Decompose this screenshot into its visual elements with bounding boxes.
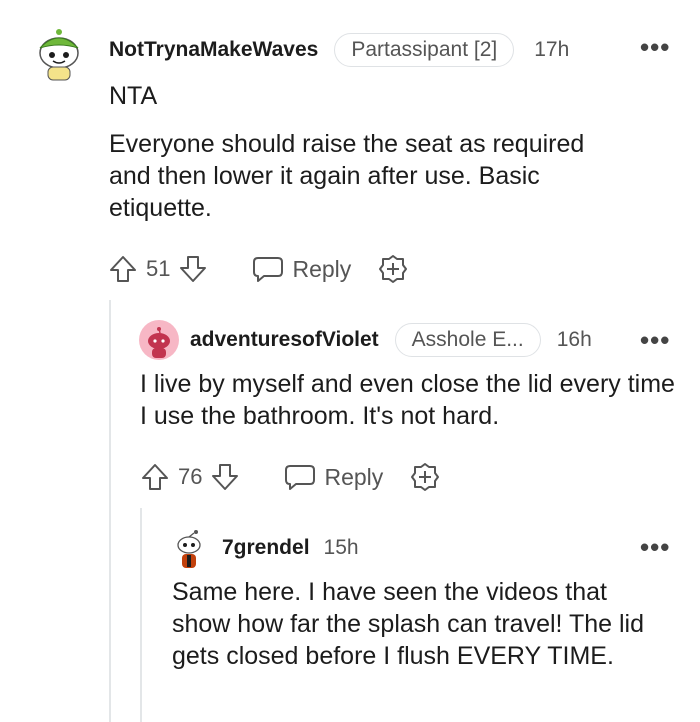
more-options-icon[interactable]: ••• (640, 327, 670, 353)
avatar[interactable] (139, 320, 179, 360)
comment-actions: 76 Reply (140, 461, 441, 493)
comment-body: Same here. I have seen the videos that s… (172, 576, 672, 672)
upvote-arrow-icon[interactable] (140, 462, 170, 492)
comment-1: NotTrynaMakeWaves Partassipant [2] 17h N… (109, 30, 669, 224)
snoo-avatar-icon (148, 327, 170, 358)
comment-paragraph: NTA (109, 82, 158, 110)
comment-header: 7grendel 15h (222, 528, 642, 568)
vote-count: 76 (178, 464, 203, 489)
username[interactable]: NotTrynaMakeWaves (109, 38, 318, 62)
speech-bubble-icon (253, 257, 284, 282)
snoo-avatar-icon (177, 530, 201, 568)
reply-button[interactable]: Reply (252, 254, 351, 284)
reply-label: Reply (292, 255, 352, 282)
award-plus-icon[interactable] (377, 253, 409, 285)
timestamp: 16h (556, 328, 592, 351)
reply-button[interactable]: Reply (284, 462, 383, 492)
comment-3: 7grendel 15h (222, 528, 642, 568)
username[interactable]: adventuresofViolet (190, 328, 379, 352)
comment-paragraph: Same here. I have seen the videos that s… (172, 578, 645, 670)
avatar[interactable] (171, 528, 207, 570)
speech-bubble-icon (285, 465, 316, 490)
comment-header: NotTrynaMakeWaves Partassipant [2] 17h (109, 30, 669, 70)
award-plus-icon[interactable] (409, 461, 441, 493)
snoo-avatar-icon (39, 29, 79, 81)
comment-header: adventuresofViolet Asshole E... 16h (190, 320, 670, 360)
downvote-arrow-icon[interactable] (210, 462, 240, 492)
comment-body: I live by myself and even close the lid … (140, 368, 680, 432)
upvote-arrow-icon[interactable] (108, 254, 138, 284)
reply-label: Reply (324, 463, 384, 490)
comment-actions: 51 Reply (108, 253, 409, 285)
comment-paragraph: I live by myself and even close the lid … (140, 370, 675, 430)
timestamp: 15h (323, 536, 359, 559)
downvote-arrow-icon[interactable] (178, 254, 208, 284)
comment-paragraph: Everyone should raise the seat as requir… (109, 130, 585, 222)
comment-2: adventuresofViolet Asshole E... 16h (190, 320, 670, 360)
username[interactable]: 7grendel (222, 536, 310, 560)
avatar[interactable] (34, 26, 84, 82)
user-flair: Partassipant [2] (334, 33, 515, 67)
thread-line-level-2[interactable] (140, 508, 142, 722)
timestamp: 17h (534, 38, 570, 61)
more-options-icon[interactable]: ••• (640, 534, 670, 560)
vote-count: 51 (146, 256, 171, 281)
comment-body: NTA Everyone should raise the seat as re… (109, 80, 669, 224)
thread-line-level-1[interactable] (109, 300, 111, 722)
more-options-icon[interactable]: ••• (640, 34, 670, 60)
user-flair: Asshole E... (394, 323, 541, 357)
